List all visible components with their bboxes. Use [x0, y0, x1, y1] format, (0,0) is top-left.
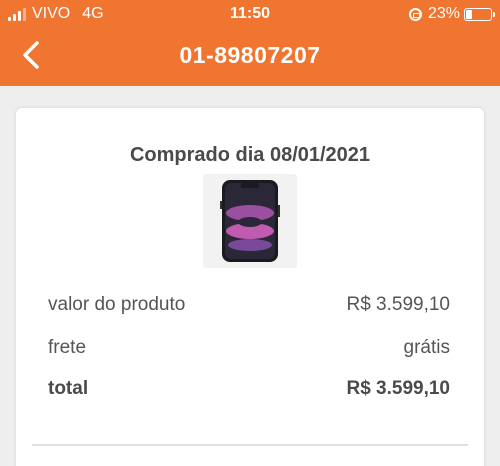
phone-image	[220, 180, 280, 262]
row-product-value: valor do produto R$ 3.599,10	[48, 294, 450, 316]
shipping-label: frete	[48, 337, 87, 358]
orientation-lock-icon	[408, 7, 422, 21]
row-shipping: frete grátis	[48, 337, 450, 359]
shipping-value: grátis	[403, 337, 450, 358]
product-value-amount: R$ 3.599,10	[346, 294, 450, 315]
product-image	[203, 174, 297, 268]
product-value-label: valor do produto	[48, 294, 186, 315]
total-label: total	[48, 378, 89, 399]
page-title: 01-89807207	[179, 42, 321, 68]
battery-icon	[464, 7, 495, 21]
total-amount: R$ 3.599,10	[346, 378, 450, 399]
row-total: total R$ 3.599,10	[48, 378, 450, 400]
purchase-date: Comprado dia 08/01/2021	[129, 144, 371, 166]
divider	[32, 444, 468, 446]
order-card: Comprado dia 08/01/2021 valor do produto…	[16, 108, 484, 466]
app-header: VIVO 4G 11:50 23% 01-89807207	[0, 0, 500, 86]
status-bar: VIVO 4G 11:50 23%	[0, 0, 500, 30]
status-right: 23%	[408, 5, 495, 23]
battery-percent: 23%	[427, 5, 460, 22]
